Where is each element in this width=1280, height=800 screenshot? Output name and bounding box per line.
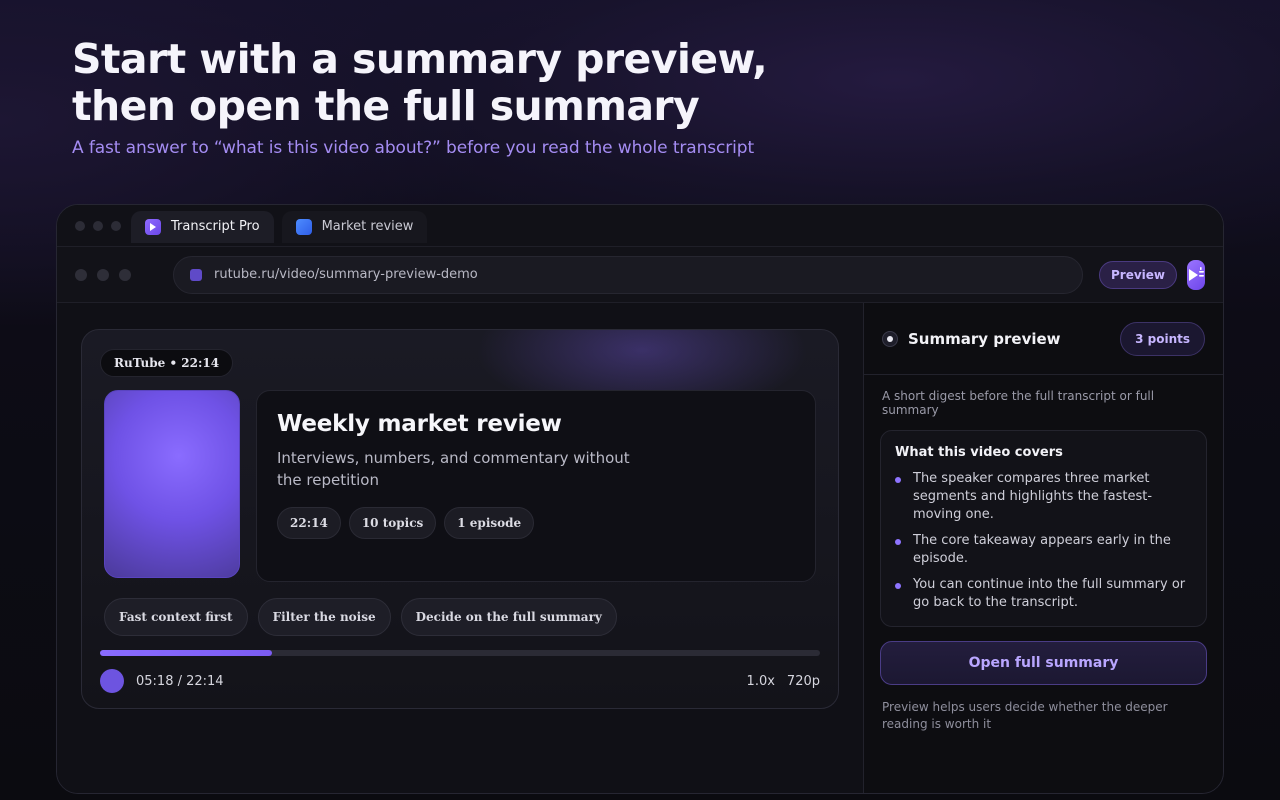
hero-subtitle: A fast answer to “what is this video abo… — [72, 138, 755, 158]
preview-button[interactable]: Preview — [1099, 260, 1178, 289]
open-full-summary-button[interactable]: Open full summary — [880, 641, 1207, 685]
feature-row: Fast context first Filter the noise Deci… — [104, 598, 617, 636]
feature-chip[interactable]: Decide on the full summary — [400, 598, 617, 636]
tab-label: Transcript Pro — [171, 219, 260, 234]
hero-title: Start with a summary preview, then open … — [72, 35, 768, 130]
stat-duration: 22:14 — [277, 507, 341, 539]
time-readout: 05:18 / 22:14 — [136, 673, 224, 689]
tab-market-review[interactable]: Market review — [281, 210, 428, 243]
list-item: The speaker compares three market segmen… — [895, 470, 1192, 524]
window-close-dot[interactable] — [75, 220, 85, 231]
player-settings: 1.0x 720p — [747, 674, 820, 689]
covers-title: What this video covers — [895, 445, 1063, 460]
content-area: RuTube • 22:14 Weekly market review Inte… — [57, 303, 1223, 793]
stat-row: 22:14 10 topics 1 episode — [277, 507, 795, 539]
play-icon — [145, 218, 161, 235]
site-icon — [190, 268, 202, 281]
list-item: The core takeaway appears early in the e… — [895, 532, 1192, 568]
nav-controls — [75, 268, 131, 281]
player-controls: 05:18 / 22:14 1.0x 720p — [100, 668, 820, 694]
speed-button[interactable]: 1.0x — [747, 674, 775, 689]
window-minimize-dot[interactable] — [93, 220, 103, 231]
browser-window: Transcript Pro Market review rutube.ru/v… — [56, 204, 1224, 794]
hero: Start with a summary preview, then open … — [72, 35, 832, 159]
play-button[interactable] — [100, 669, 124, 693]
feature-chip[interactable]: Fast context first — [104, 598, 248, 636]
extension-button[interactable] — [1187, 259, 1206, 290]
window-controls — [75, 220, 121, 231]
tab-label: Market review — [321, 219, 414, 234]
url-text: rutube.ru/video/summary-preview-demo — [214, 267, 478, 282]
tab-transcript-pro[interactable]: Transcript Pro — [131, 210, 274, 243]
points-badge: 3 points — [1120, 321, 1205, 356]
panel-title: Summary preview — [908, 329, 1061, 348]
hint-text: Preview helps users decide whether the d… — [882, 700, 1168, 731]
square-icon — [295, 218, 312, 235]
video-thumbnail[interactable] — [104, 390, 240, 578]
tab-bar: Transcript Pro Market review — [57, 205, 1223, 247]
video-area: RuTube • 22:14 Weekly market review Inte… — [57, 303, 864, 793]
covers-card: What this video covers The speaker compa… — [880, 430, 1207, 627]
window-maximize-dot[interactable] — [111, 220, 121, 231]
quality-button[interactable]: 720p — [787, 674, 820, 689]
panel-header: Summary preview 3 points — [864, 303, 1223, 375]
digest-text: A short digest before the full transcrip… — [882, 389, 1155, 417]
video-player: RuTube • 22:14 Weekly market review Inte… — [81, 329, 839, 709]
stat-topics: 10 topics — [348, 507, 437, 539]
url-field[interactable]: rutube.ru/video/summary-preview-demo — [173, 255, 1083, 294]
record-icon — [882, 330, 898, 347]
progress-bar[interactable] — [100, 650, 820, 656]
feature-chip[interactable]: Filter the noise — [257, 598, 391, 636]
source-chip: RuTube • 22:14 — [100, 349, 234, 377]
stat-episodes: 1 episode — [444, 507, 535, 539]
video-subtitle: Interviews, numbers, and commentary with… — [277, 449, 630, 489]
bullet-list: The speaker compares three market segmen… — [895, 470, 1192, 612]
summary-panel: Summary preview 3 points A short digest … — [864, 303, 1223, 793]
forward-button[interactable] — [97, 268, 109, 281]
video-info-card: Weekly market review Interviews, numbers… — [256, 390, 816, 582]
progress-fill — [100, 650, 273, 656]
video-title: Weekly market review — [277, 411, 562, 437]
back-button[interactable] — [75, 268, 87, 281]
play-list-icon — [1189, 266, 1205, 281]
list-item: You can continue into the full summary o… — [895, 576, 1192, 612]
address-bar: rutube.ru/video/summary-preview-demo Pre… — [57, 247, 1223, 303]
reload-button[interactable] — [119, 268, 131, 281]
